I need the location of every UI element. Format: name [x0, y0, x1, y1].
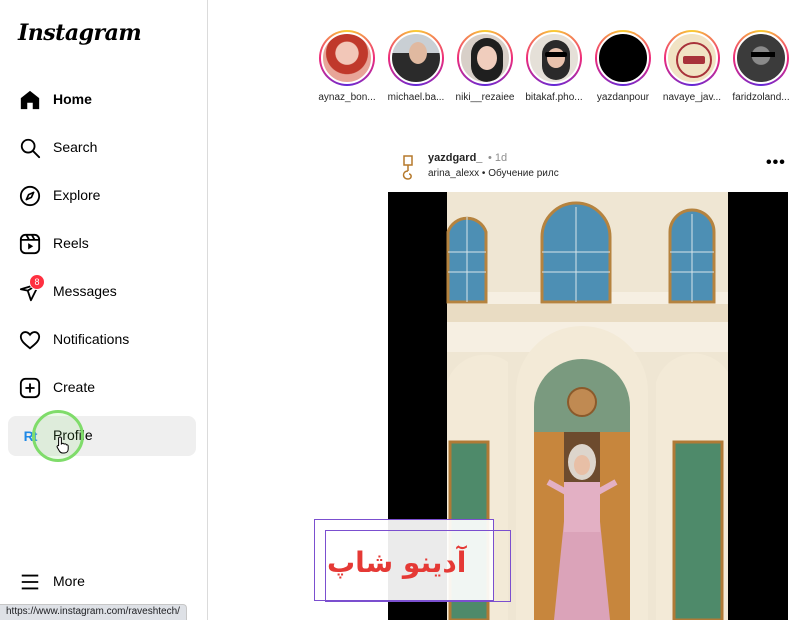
story-username: faridzoland... [732, 92, 790, 103]
sidebar-item-label: More [53, 573, 85, 589]
sidebar: Instagram Home Search Explore Reels 8 Me… [0, 0, 208, 620]
post-subtitle[interactable]: arina_alexx • Обучение рилс [428, 168, 559, 179]
sidebar-item-messages[interactable]: 8 Messages [8, 272, 196, 312]
story-username: bitakaf.pho... [525, 92, 583, 103]
stories-tray: aynaz_bon... michael.ba... niki__rezaiee… [312, 30, 810, 110]
heart-icon [18, 328, 42, 352]
sidebar-item-home[interactable]: Home [8, 80, 196, 120]
story-item[interactable]: michael.ba... [381, 30, 451, 103]
story-avatar [528, 32, 580, 84]
sidebar-item-label: Notifications [53, 331, 130, 347]
story-item[interactable]: niki__rezaiee [450, 30, 520, 103]
story-avatar [735, 32, 787, 84]
watermark-logo: آدینو شاپ [314, 519, 511, 602]
sidebar-item-label: Profile [53, 427, 93, 443]
story-avatar [390, 32, 442, 84]
messages-badge: 8 [29, 274, 45, 290]
story-username: aynaz_bon... [318, 92, 376, 103]
home-icon [18, 88, 42, 112]
story-username: navaye_jav... [662, 92, 722, 103]
sidebar-item-explore[interactable]: Explore [8, 176, 196, 216]
browser-status-url: https://www.instagram.com/raveshtech/ [0, 604, 187, 620]
story-avatar [459, 32, 511, 84]
story-avatar [597, 32, 649, 84]
story-username: yazdanpour [596, 92, 650, 103]
sidebar-item-label: Create [53, 379, 96, 395]
post-time: • 1d [488, 152, 508, 164]
sidebar-item-search[interactable]: Search [8, 128, 196, 168]
sidebar-item-reels[interactable]: Reels [8, 224, 196, 264]
sidebar-item-notifications[interactable]: Notifications [8, 320, 196, 360]
story-avatar [321, 32, 373, 84]
compass-icon [18, 184, 42, 208]
profile-avatar-text: Rt [23, 428, 38, 444]
post-username[interactable]: yazdgard_ [428, 152, 482, 164]
search-icon [18, 136, 42, 160]
sidebar-item-label: Reels [53, 235, 89, 251]
sidebar-item-label: Explore [53, 187, 101, 203]
profile-avatar: Rt [18, 424, 42, 448]
watermark-text: آدینو شاپ [327, 546, 467, 579]
sidebar-item-label: Search [53, 139, 98, 155]
post-header: yazdgard_ • 1d arina_alexx • Обучение ри… [388, 148, 788, 188]
sidebar-item-label: Home [53, 91, 92, 107]
instagram-logo[interactable]: Instagram [18, 20, 142, 46]
story-item[interactable]: aynaz_bon... [312, 30, 382, 103]
story-item[interactable]: navaye_jav... [657, 30, 727, 103]
story-username: michael.ba... [387, 92, 445, 103]
more-options-icon[interactable]: ••• [766, 154, 786, 172]
sidebar-item-label: Messages [53, 283, 117, 299]
menu-icon [18, 570, 42, 594]
sidebar-item-profile[interactable]: Rt Profile [8, 416, 196, 456]
post-avatar[interactable] [392, 152, 424, 184]
story-item[interactable]: bitakaf.pho... [519, 30, 589, 103]
story-username: niki__rezaiee [455, 92, 515, 103]
story-item[interactable]: yazdanpour [588, 30, 658, 103]
plus-square-icon [18, 376, 42, 400]
story-avatar [666, 32, 718, 84]
sidebar-item-create[interactable]: Create [8, 368, 196, 408]
story-item[interactable]: faridzoland... [726, 30, 796, 103]
reels-icon [18, 232, 42, 256]
sidebar-item-more[interactable]: More [8, 562, 196, 602]
